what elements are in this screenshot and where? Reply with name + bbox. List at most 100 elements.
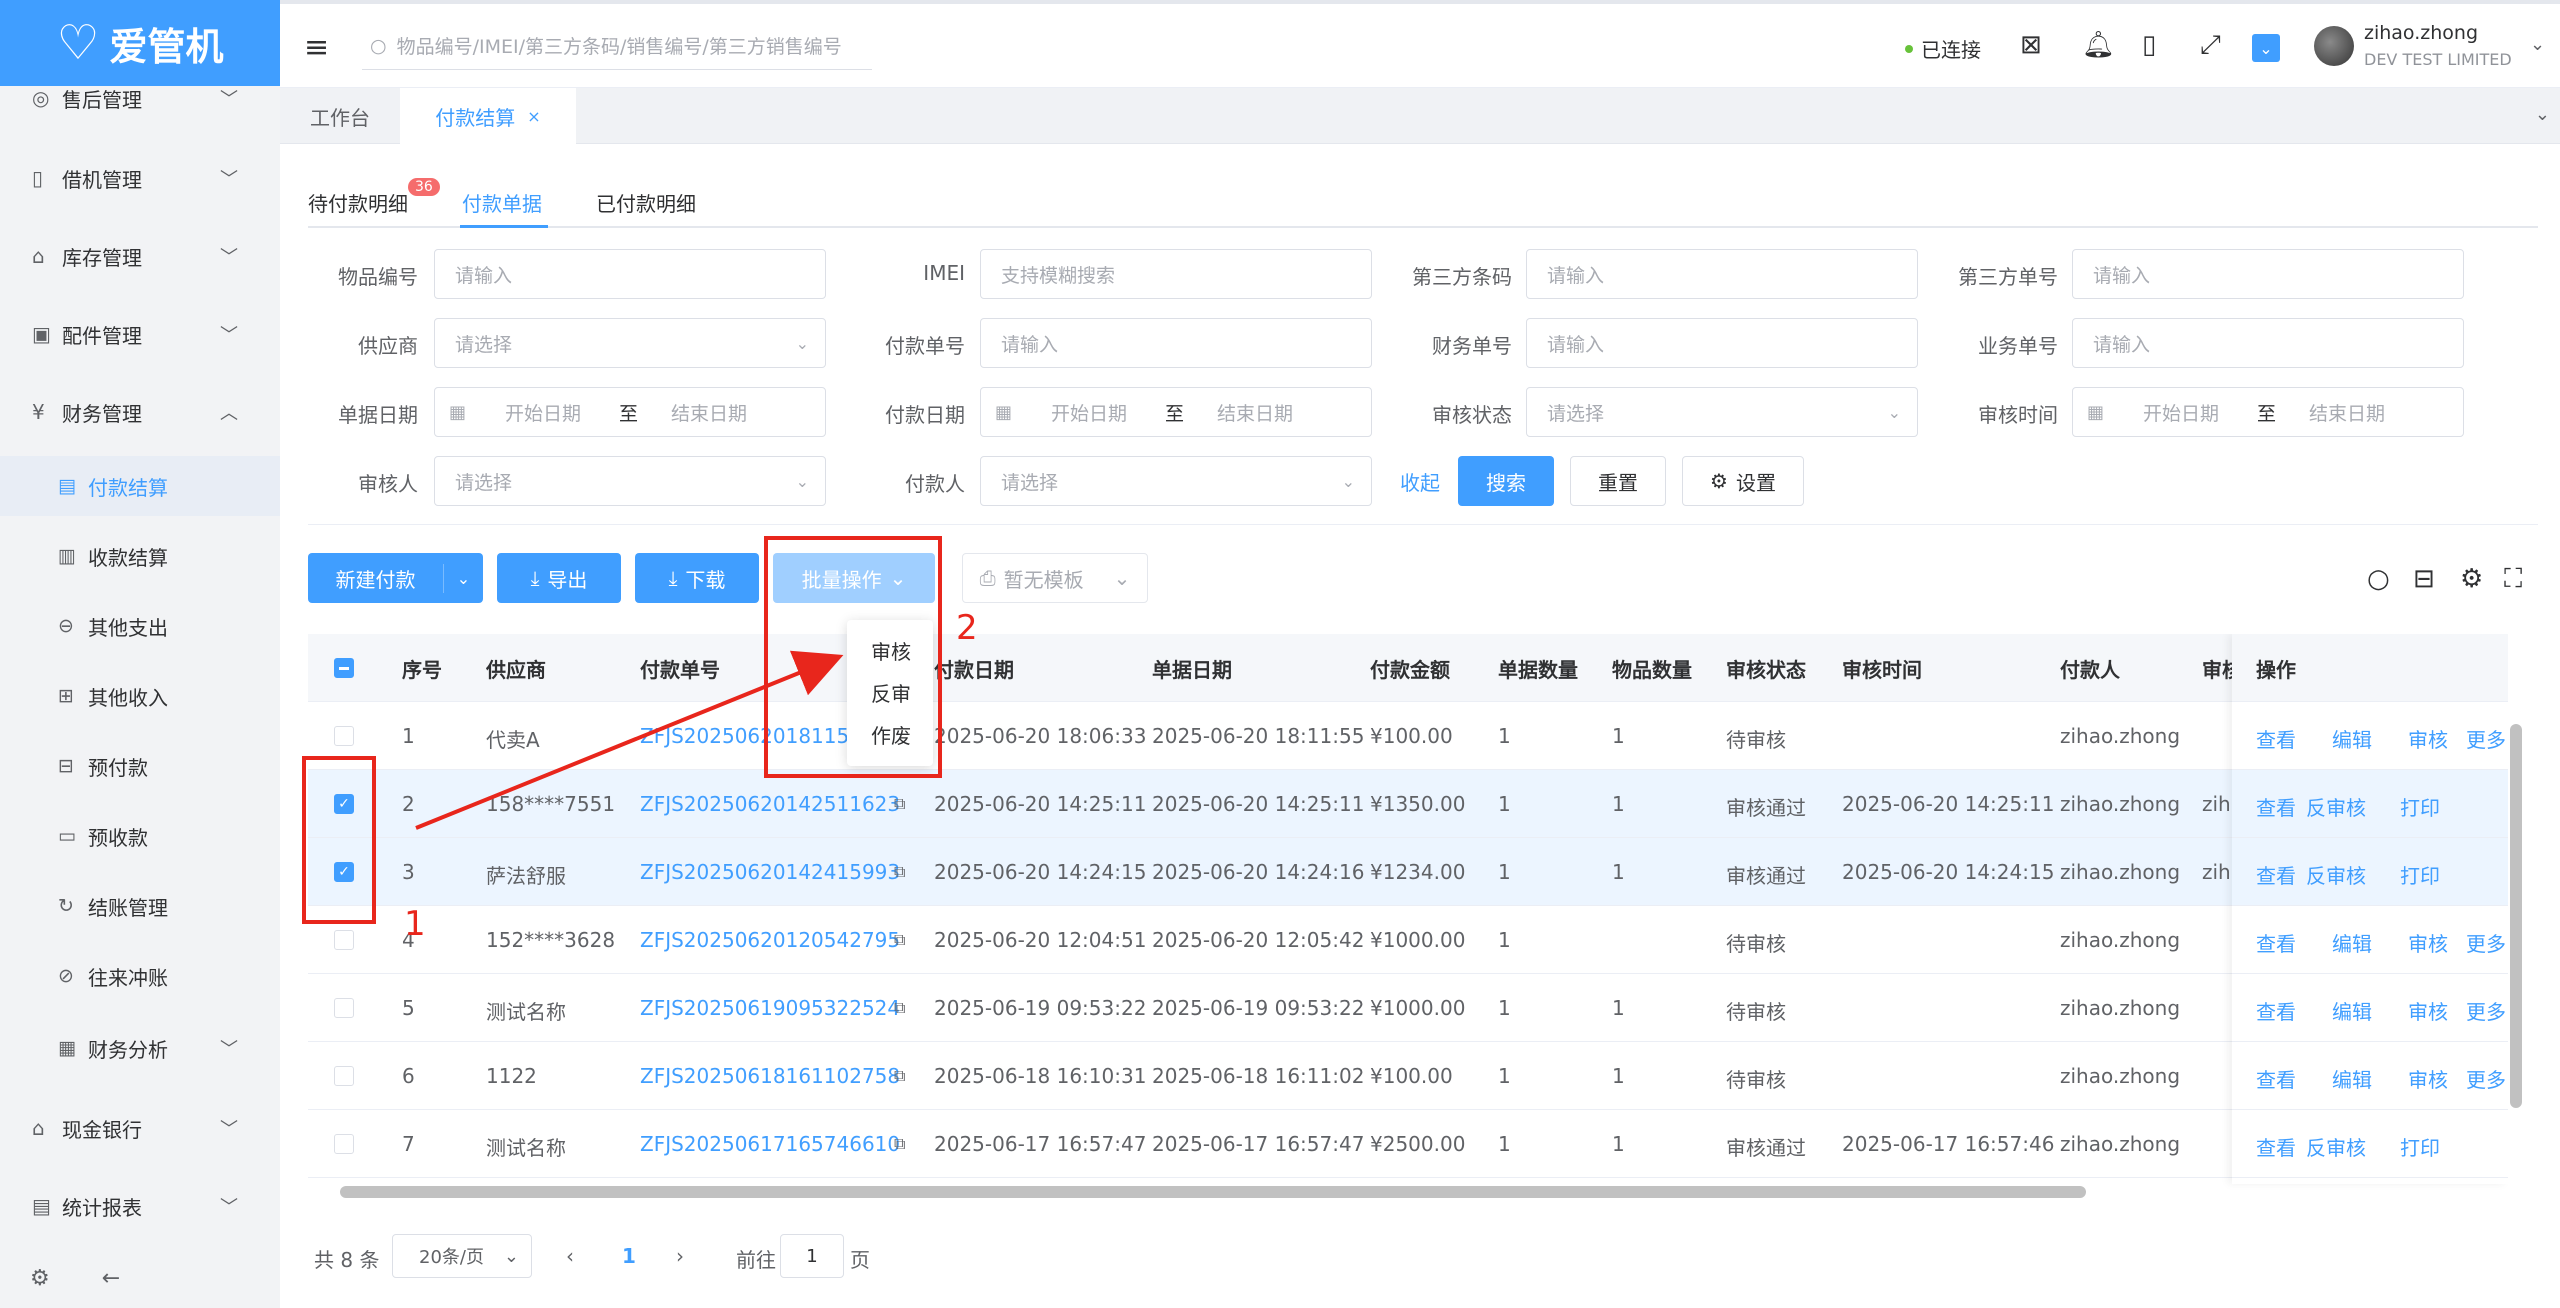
row-checkbox[interactable] [334,930,354,950]
op-1-link[interactable]: 反审核 [2306,860,2366,889]
op-3-link[interactable]: 更多 [2466,724,2506,753]
op-2-link[interactable]: 打印 [2400,792,2440,821]
op-2-link[interactable]: 审核 [2408,996,2448,1025]
copy-icon[interactable]: ⧉ [894,998,905,1018]
vertical-scrollbar[interactable] [2508,706,2524,1166]
pay-date-range[interactable]: ▦ 开始日期 至 结束日期 [980,387,1372,437]
collapse-sidebar-icon[interactable]: ← [102,1266,120,1291]
cell-pay-no[interactable]: ZFJS20250620120542795 [640,928,900,952]
cell-pay-no[interactable]: ZFJS20250617165746610 [640,1132,900,1156]
sidebar-subitem-finance-analysis[interactable]: ▦ 财务分析 ﹀ [0,1018,280,1078]
end-date[interactable]: 结束日期 [2309,399,2385,426]
copy-icon[interactable]: ⧉ [894,794,905,814]
bell-icon[interactable]: 🔔︎ [2082,30,2115,60]
collapse-filters-link[interactable]: 收起 [1400,467,1440,496]
dropdown-square-icon[interactable]: ⌄ [2252,34,2280,62]
select-all-checkbox[interactable] [334,658,354,678]
start-date[interactable]: 开始日期 [2143,399,2219,426]
table-row[interactable]: 7 测试名称 ZFJS20250617165746610 ⧉ 2025-06-17 16… [308,1110,2508,1178]
op-3-link[interactable]: 更多 [2466,1064,2506,1093]
sidebar-item-wrench[interactable]: ◎ 售后管理 ﹀ [0,68,280,128]
end-date[interactable]: 结束日期 [1217,399,1293,426]
subtab-payment-documents[interactable]: 付款单据 [462,188,542,217]
sidebar-subitem-other-income[interactable]: ⊞ 其他收入 [0,666,280,726]
chevron-down-icon[interactable]: ⌄ [2530,34,2545,55]
op-0-link[interactable]: 查看 [2256,928,2296,957]
sidebar-item-parts[interactable]: ▣ 配件管理 ﹀ [0,304,280,364]
sidebar-subitem-offset[interactable]: ⊘ 往来冲账 [0,946,280,1006]
supplier-select[interactable]: 请选择 ⌄ [434,318,826,368]
op-0-link[interactable]: 查看 [2256,860,2296,889]
book-icon[interactable]: ▯ [2142,30,2156,60]
op-0-link[interactable]: 查看 [2256,792,2296,821]
global-search-input[interactable]: ○ 物品编号/IMEI/第三方条码/销售编号/第三方销售编号 [362,22,872,70]
op-2-link[interactable]: 审核 [2408,724,2448,753]
goto-page-input[interactable]: 1 [780,1234,844,1278]
op-3-link[interactable]: 更多 [2466,928,2506,957]
op-1-link[interactable]: 编辑 [2332,928,2372,957]
sidebar-item-phone[interactable]: ▯ 借机管理 ﹀ [0,148,280,208]
table-row[interactable]: ✓ 3 萨法舒服 ZFJS20250620142415993 ⧉ 2025-06-20 1… [308,838,2508,906]
table-row[interactable]: ✓ 2 158****7551 ZFJS20250620142511623 ⧉ 2025-… [308,770,2508,838]
op-2-link[interactable]: 打印 [2400,860,2440,889]
row-checkbox[interactable] [334,1134,354,1154]
cell-pay-no[interactable]: ZFJS20250618161102758 [640,1064,900,1088]
third-code-input[interactable]: 请输入 [1526,249,1918,299]
avatar[interactable] [2314,26,2354,66]
op-0-link[interactable]: 查看 [2256,996,2296,1025]
sidebar-subitem-receipt-settlement[interactable]: ▥ 收款结算 [0,526,280,586]
cell-pay-no[interactable]: ZFJS20250619095322524 [640,996,900,1020]
copy-icon[interactable]: ⧉ [894,1134,905,1154]
item-no-input[interactable]: 请输入 [434,249,826,299]
table-row[interactable]: 4 152****3628 ZFJS20250620120542795 ⧉ 2025-0… [308,906,2508,974]
sidebar-item-cash-bank[interactable]: ⌂ 现金银行 ﹀ [0,1098,280,1158]
start-date[interactable]: 开始日期 [505,399,581,426]
cell-pay-no[interactable]: ZFJS20250620142415993 [640,860,900,884]
gear-icon[interactable]: ⚙ [2460,564,2483,594]
table-row[interactable]: 6 1122 ZFJS20250618161102758 ⧉ 2025-06-18 16… [308,1042,2508,1110]
sidebar-item-warehouse[interactable]: ⌂ 库存管理 ﹀ [0,226,280,286]
column-display-icon[interactable]: ⊟ [2413,564,2435,594]
image-icon[interactable]: ⊠ [2020,30,2042,60]
imei-input[interactable]: 支持模糊搜索 [980,249,1372,299]
op-1-link[interactable]: 编辑 [2332,724,2372,753]
copy-icon[interactable]: ⧉ [894,862,905,882]
subtab-paid-details[interactable]: 已付款明细 [596,188,696,217]
copy-icon[interactable]: ⧉ [894,1066,905,1086]
page-size-select[interactable]: 20条/页 ⌄ [392,1234,532,1278]
tab-payment-settlement[interactable]: 付款结算 × [400,88,576,144]
op-2-link[interactable]: 审核 [2408,928,2448,957]
row-checkbox[interactable] [334,1066,354,1086]
settings-button[interactable]: ⚙ 设置 [1682,456,1804,506]
sidebar-subitem-payment-settlement[interactable]: ▤ 付款结算 [0,456,280,516]
sidebar-subitem-closing[interactable]: ↻ 结账管理 [0,876,280,936]
third-no-input[interactable]: 请输入 [2072,249,2464,299]
finance-no-input[interactable]: 请输入 [1526,318,1918,368]
new-payment-split-button[interactable]: 新建付款 ⌄ [308,553,483,603]
row-checkbox[interactable] [334,726,354,746]
table-row[interactable]: 5 测试名称 ZFJS20250619095322524 ⧉ 2025-06-19 09… [308,974,2508,1042]
op-0-link[interactable]: 查看 [2256,1132,2296,1161]
end-date[interactable]: 结束日期 [671,399,747,426]
fullscreen-icon[interactable]: ⤢ [2200,30,2221,61]
reset-button[interactable]: 重置 [1570,456,1666,506]
export-button[interactable]: ⤓ 导出 [497,553,621,603]
payment-no-input[interactable]: 请输入 [980,318,1372,368]
sidebar-item-statistics[interactable]: ▤ 统计报表 ﹀ [0,1176,280,1236]
audit-time-range[interactable]: ▦ 开始日期 至 结束日期 [2072,387,2464,437]
template-button[interactable]: ⎙ 暂无模板 ⌄ [962,553,1148,603]
doc-date-range[interactable]: ▦ 开始日期 至 结束日期 [434,387,826,437]
sidebar-subitem-prepayment[interactable]: ⊟ 预付款 [0,736,280,796]
op-1-link[interactable]: 编辑 [2332,1064,2372,1093]
hamburger-menu-icon[interactable]: ≡ [304,30,329,65]
op-2-link[interactable]: 打印 [2400,1132,2440,1161]
op-1-link[interactable]: 反审核 [2306,792,2366,821]
chevron-down-icon[interactable]: ⌄ [2535,104,2550,125]
op-1-link[interactable]: 编辑 [2332,996,2372,1025]
sidebar-item-finance[interactable]: ¥ 财务管理 ︿ [0,382,280,442]
cell-pay-no[interactable]: ZFJS20250620142511623 [640,792,900,816]
op-0-link[interactable]: 查看 [2256,1064,2296,1093]
op-0-link[interactable]: 查看 [2256,724,2296,753]
row-checkbox[interactable] [334,998,354,1018]
audit-status-select[interactable]: 请选择 ⌄ [1526,387,1918,437]
